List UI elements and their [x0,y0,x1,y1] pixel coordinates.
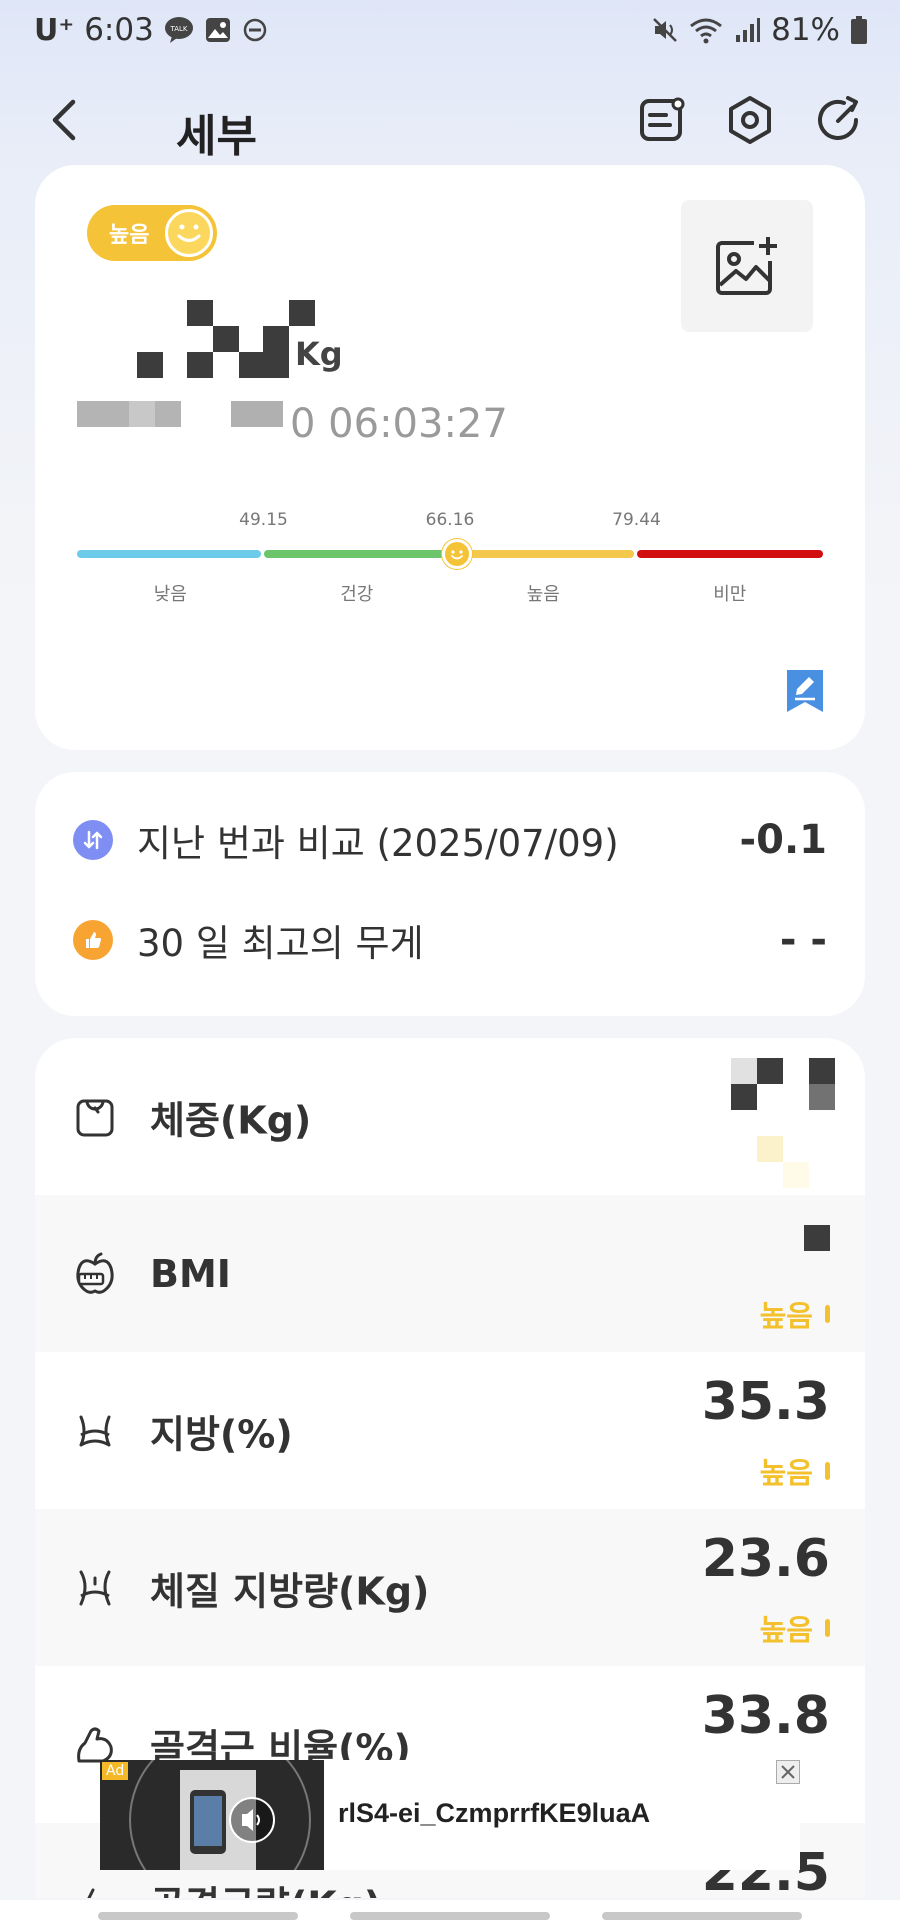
body-waist-icon [79,1415,111,1446]
scale-segment-obese [636,550,823,558]
metric-label: 지방(%) [150,1412,293,1456]
measurement-time: 0 06:03:27 [290,401,508,447]
edit-button[interactable] [787,670,823,712]
scale-label-high: 높음 [526,584,560,605]
add-photo-button[interactable] [681,200,813,332]
compare-last-label: 지난 번과 비교 (2025/07/09) [137,822,619,865]
mute-icon [651,16,679,44]
status-bar: U⁺ 6:03 TALK 81% [0,0,900,70]
wifi-icon [689,16,723,44]
scale-segment-low [77,550,262,558]
scale-icon [76,1099,114,1136]
add-image-icon [716,237,777,295]
kakaotalk-icon: TALK [164,16,194,44]
metric-value: 23.6 [701,1529,830,1589]
best-weight-row: 30 일 최고의 무게 - - [73,910,827,970]
metric-label: 체중(Kg) [150,1098,312,1142]
notes-icon [640,97,685,141]
gesture-nav-bar [0,1900,900,1930]
threshold-label: 49.15 [239,510,288,530]
summary-card: 높음 Kg 0 06:03:27 49.15 66.16 79.44 낮음 건강… [35,165,865,750]
compare-arrows-icon [73,820,113,860]
svg-text:TALK: TALK [169,25,187,33]
ad-title[interactable]: rlS4-ei_CzmprrfKE9luaA [338,1798,650,1829]
metric-label: 체질 지방량(Kg) [150,1569,430,1613]
metric-status: 높음 [760,1607,830,1649]
header: 세부 [0,70,900,170]
back-button[interactable] [34,90,94,150]
battery-percent: 81% [771,12,840,48]
compare-last-row: 지난 번과 비교 (2025/07/09) -0.1 [73,810,827,870]
metric-value: 35.3 [701,1372,830,1432]
best-weight-label: 30 일 최고의 무게 [137,922,424,965]
scale-label-low: 낮음 [153,584,187,605]
threshold-label: 79.44 [612,510,661,530]
page-title: 세부 [176,111,257,162]
edit-bookmark-icon [787,670,823,712]
bmi-value-pixelated [804,1225,830,1251]
gallery-icon [204,16,232,44]
scale-segment-healthy [263,550,448,558]
metric-value: 33.8 [701,1686,830,1746]
carrier-label: U⁺ [34,12,75,48]
ad-badge: Ad [102,1762,129,1780]
thumbs-up-icon [73,920,113,960]
scale-label-healthy: 건강 [340,584,374,605]
battery-icon [850,15,868,45]
date-pixelated [77,401,283,427]
hexagon-settings-icon [729,96,771,144]
refresh-share-icon [818,96,858,140]
weight-scale: 49.15 66.16 79.44 낮음 건강 높음 비만 [77,510,823,620]
metric-status: 높음 [760,1450,830,1492]
clock: 6:03 [84,12,154,48]
ad-close-button[interactable] [776,1760,800,1784]
muscle-mass-icon [87,1888,95,1898]
level-badge-label: 높음 [109,223,150,248]
nav-handle[interactable] [98,1912,298,1920]
share-button[interactable] [806,88,870,152]
best-weight-value: - - [779,917,827,963]
scale-segment-high [450,550,635,558]
metric-label: 골격근량(Kg) [150,1874,381,1898]
weight-unit: Kg [295,335,343,373]
level-badge: 높음 [87,205,217,261]
settings-button[interactable] [718,88,782,152]
smiley-icon [165,209,213,257]
scale-marker-smiley-icon [442,539,473,569]
back-arrow-icon [52,99,76,141]
metric-row-bmi[interactable]: BMI 높음 [35,1195,865,1352]
notes-button[interactable] [630,88,694,152]
weight-metric-pixelated [731,1058,835,1188]
apple-measure-icon [76,1252,114,1294]
ad-banner[interactable]: Ad rlS4-ei_CzmprrfKE9luaA [100,1760,800,1870]
body-fat-icon [79,1570,111,1605]
comparison-card: 지난 번과 비교 (2025/07/09) -0.1 30 일 최고의 무게 -… [35,772,865,1016]
dnd-icon [242,17,268,43]
metric-status: 높음 [760,1293,830,1335]
metric-row-fat-percent[interactable]: 지방(%) 35.3 높음 [35,1352,865,1509]
nav-handle[interactable] [602,1912,802,1920]
ad-video-thumbnail[interactable]: Ad [100,1760,324,1870]
compare-last-value: -0.1 [739,817,827,863]
threshold-label: 66.16 [425,510,475,530]
close-icon [781,1765,795,1779]
nav-handle[interactable] [350,1912,550,1920]
scale-label-obese: 비만 [713,584,747,605]
signal-icon [733,16,761,44]
metric-label: BMI [150,1251,231,1296]
metric-row-weight[interactable]: 체중(Kg) [35,1038,865,1195]
metric-row-fat-mass[interactable]: 체질 지방량(Kg) 23.6 높음 [35,1509,865,1666]
